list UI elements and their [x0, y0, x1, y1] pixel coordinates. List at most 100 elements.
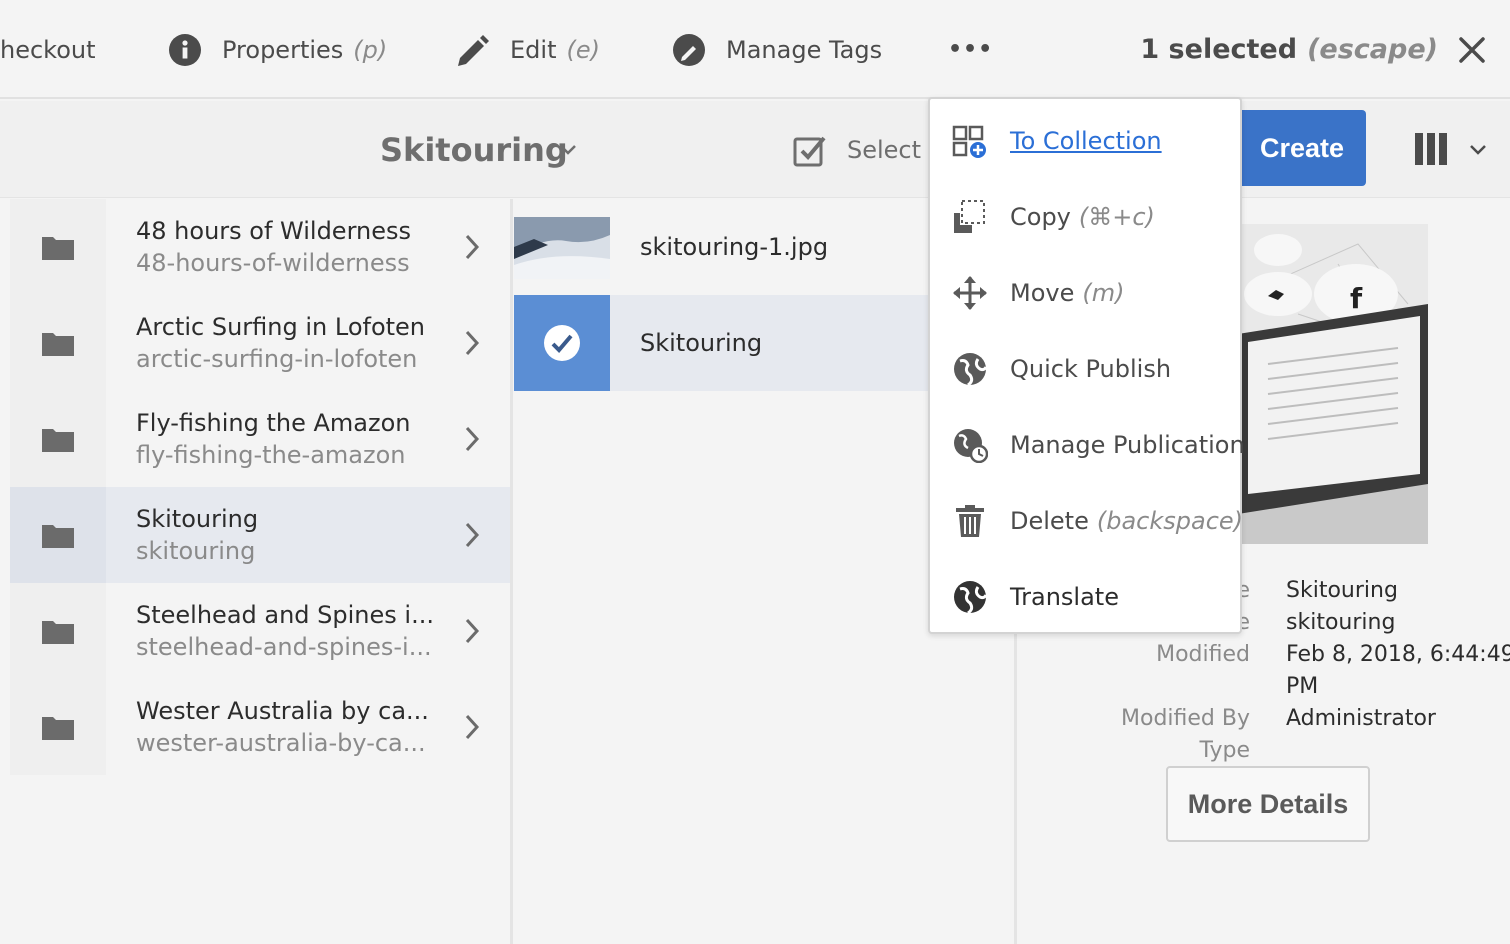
folder-row[interactable]: Steelhead and Spines i... steelhead-and-…: [10, 583, 510, 679]
social-tablet-image: f: [1238, 224, 1428, 544]
asset-title: skitouring-1.jpg: [640, 233, 829, 261]
manage-tags-label: Manage Tags: [726, 35, 883, 64]
chevron-right-icon[interactable]: [462, 329, 482, 357]
translate-label: Translate: [1010, 583, 1119, 611]
delete-shortcut: (backspace): [1096, 507, 1244, 535]
folder-row-selected[interactable]: Skitouring skitouring: [10, 487, 510, 583]
folder-icon: [42, 717, 74, 740]
menu-item-to-collection[interactable]: To Collection: [930, 103, 1240, 179]
folders-column: 48 hours of Wilderness 48-hours-of-wilde…: [10, 199, 510, 944]
properties-shortcut: (p): [353, 35, 388, 64]
folder-thumb: [10, 583, 106, 679]
chevron-right-icon[interactable]: [462, 713, 482, 741]
folder-row[interactable]: 48 hours of Wilderness 48-hours-of-wilde…: [10, 199, 510, 295]
folder-row[interactable]: Fly-fishing the Amazon fly-fishing-the-a…: [10, 391, 510, 487]
edit-action[interactable]: Edit (e): [454, 0, 600, 99]
more-actions-menu: To Collection Copy (⌘+c) Move (m) Quick Pu…: [928, 97, 1245, 635]
tag-pencil-icon: [673, 33, 705, 66]
type-label: Type: [1199, 738, 1250, 763]
properties-label: Properties: [222, 35, 344, 64]
folder-row[interactable]: Arctic Surfing in Lofoten arctic-surfing…: [10, 295, 510, 391]
image-thumbnail: [514, 199, 610, 295]
copy-label: Copy: [1010, 203, 1071, 231]
select-all-button[interactable]: Select A: [793, 101, 945, 198]
folder-title: Arctic Surfing in Lofoten: [136, 313, 426, 341]
selected-label: 1 selected: [1140, 34, 1298, 65]
manage-publication-label: Manage Publication: [1010, 431, 1245, 459]
menu-item-manage-publication[interactable]: Manage Publication: [930, 407, 1245, 483]
selection-count[interactable]: 1 selected (escape): [1140, 0, 1438, 99]
folder-row[interactable]: Wester Australia by ca... wester-austral…: [10, 679, 510, 775]
page-title[interactable]: Skitouring: [380, 101, 568, 198]
more-actions-button[interactable]: •••: [948, 0, 993, 99]
folder-thumb: [10, 679, 106, 775]
folder-name: steelhead-and-spines-i...: [136, 633, 432, 661]
chevron-down-icon[interactable]: [1468, 142, 1488, 158]
name-value: skitouring: [1286, 610, 1396, 635]
modified-value: Feb 8, 2018, 6:44:49: [1286, 642, 1510, 667]
menu-item-copy[interactable]: Copy (⌘+c): [930, 179, 1240, 255]
chevron-right-icon[interactable]: [462, 617, 482, 645]
menu-item-translate[interactable]: Translate: [930, 559, 1240, 635]
checkmark-circle-icon[interactable]: [543, 324, 581, 362]
pencil-icon: [458, 34, 489, 66]
move-shortcut: (m): [1082, 279, 1125, 307]
chevron-right-icon[interactable]: [462, 233, 482, 261]
more-icon: •••: [948, 37, 994, 62]
create-button[interactable]: Create: [1238, 110, 1366, 186]
folder-title: 48 hours of Wilderness: [136, 217, 412, 245]
chevron-down-icon[interactable]: [558, 139, 578, 159]
globe-icon: [954, 353, 988, 387]
edit-label: Edit: [510, 35, 557, 64]
folder-title: Steelhead and Spines i...: [136, 601, 434, 629]
modified-by-label: Modified By: [1121, 706, 1250, 731]
folder-title: Skitouring: [136, 505, 259, 533]
more-details-button[interactable]: More Details: [1166, 766, 1370, 842]
folder-title: Wester Australia by ca...: [136, 697, 429, 725]
folder-icon: [42, 525, 74, 548]
add-to-collection-icon: [952, 125, 986, 158]
checkout-action[interactable]: heckout: [0, 0, 96, 99]
action-bar: heckout Properties (p) Edit (e) Manage T…: [0, 0, 1510, 99]
folder-name: 48-hours-of-wilderness: [136, 249, 410, 277]
checkbox-icon: [793, 136, 826, 166]
modified-by-value: Administrator: [1286, 706, 1436, 731]
globe-clock-icon: [954, 429, 988, 463]
folder-icon: [42, 621, 74, 644]
info-icon: [169, 33, 201, 66]
edit-shortcut: (e): [566, 35, 600, 64]
folder-icon: [42, 429, 74, 452]
chevron-right-icon[interactable]: [462, 425, 482, 453]
asset-title: Skitouring: [640, 329, 763, 357]
column-view-icon[interactable]: [1414, 132, 1448, 166]
selected-shortcut: (escape): [1307, 34, 1438, 65]
folder-icon: [42, 237, 74, 260]
copy-shortcut: (⌘+c): [1078, 203, 1155, 231]
folder-thumb: [10, 295, 106, 391]
asset-row[interactable]: skitouring-1.jpg: [514, 199, 928, 295]
folder-icon: [42, 333, 74, 356]
menu-item-delete[interactable]: Delete (backspace): [930, 483, 1244, 559]
close-icon[interactable]: [1458, 36, 1486, 64]
checkout-label: heckout: [0, 35, 96, 64]
move-arrows-icon: [953, 276, 987, 310]
preview-image: f: [1238, 224, 1428, 544]
manage-tags-action[interactable]: Manage Tags: [672, 0, 882, 99]
asset-row-selected[interactable]: Skitouring: [514, 295, 928, 391]
selected-thumb: [514, 295, 610, 391]
folder-thumb: [10, 199, 106, 295]
chevron-right-icon[interactable]: [462, 521, 482, 549]
folder-thumb: [10, 487, 106, 583]
trash-icon: [956, 505, 984, 537]
to-collection-label: To Collection: [1010, 127, 1162, 155]
column-divider: [510, 199, 513, 944]
folder-name: arctic-surfing-in-lofoten: [136, 345, 418, 373]
modified-value-cont: PM: [1286, 674, 1319, 699]
menu-item-quick-publish[interactable]: Quick Publish: [930, 331, 1240, 407]
folder-name: fly-fishing-the-amazon: [136, 441, 406, 469]
delete-label: Delete: [1010, 507, 1089, 535]
menu-item-move[interactable]: Move (m): [930, 255, 1240, 331]
copy-icon: [954, 200, 985, 233]
svg-text:f: f: [1350, 282, 1363, 315]
properties-action[interactable]: Properties (p): [168, 0, 387, 99]
